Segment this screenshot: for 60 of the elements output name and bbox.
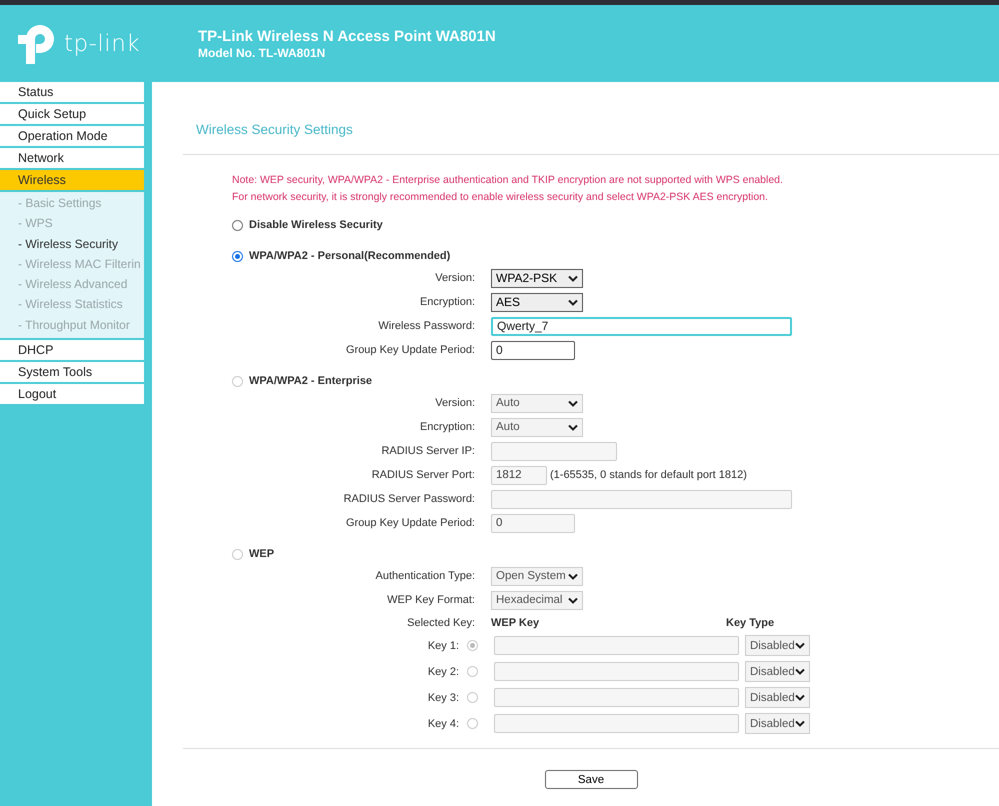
menu-item[interactable]: Status [0,82,144,102]
menu-item[interactable]: Wireless [0,170,144,190]
input-field[interactable] [494,636,739,655]
submenu-item[interactable]: - Wireless Security [0,234,144,254]
warning-note: Note: WEP security, WPA/WPA2 - Enterprise authentication and TKIP encryption are not supported with WPS enabled. [232,173,784,187]
field-label: RADIUS Server Port: [370,469,476,481]
menu-item[interactable]: Quick Setup [0,104,144,124]
key-label: Key 4: [426,718,460,730]
field-label: RADIUS Server IP: [380,445,476,457]
field-label: Encryption: [418,421,476,433]
option-label: WPA/WPA2 - Personal(Recommended) [249,250,450,262]
save-button[interactable]: Save [544,770,638,789]
key-label: Key 1: [426,640,460,652]
menu-item[interactable]: System Tools [0,362,144,382]
field-label: Authentication Type: [374,570,476,582]
option-label: WPA/WPA2 - Enterprise [249,375,372,387]
option-label: Disable Wireless Security [249,219,383,231]
caret-icon [795,694,805,701]
caret-icon [795,720,805,727]
caret-icon [568,400,578,406]
caret-icon [568,274,578,282]
field-label: Group Key Update Period: [344,517,476,529]
page-title: Wireless Security Settings [196,122,354,139]
caret-icon [568,572,578,580]
caret-icon [568,424,578,430]
caret-icon [795,668,805,675]
menu-item[interactable]: Network [0,148,144,168]
key-label: Key 2: [426,666,460,678]
field-label: RADIUS Server Password: [342,493,476,505]
field-label: Wireless Password: [377,320,476,332]
input-field[interactable] [494,714,739,733]
input-field[interactable]: Qwerty_7 [491,316,792,336]
warning-note: For network security, it is strongly recommended to enable wireless security and select WPA2-PSK AES encryption. [232,190,769,204]
dropdown[interactable]: WPA2-PSK [491,268,583,288]
field-label: Selected Key: [406,617,476,629]
field-label: Group Key Update Period: [344,344,476,356]
dropdown[interactable]: AES [491,292,583,312]
column-header: WEP Key [491,617,540,629]
key-label: Key 3: [426,692,460,704]
model-number: Model No. TL-WA801N [198,46,326,60]
input-field[interactable]: 0 [491,340,575,360]
hint-text: (1-65535, 0 stands for default port 1812) [550,469,747,481]
caret-icon [568,298,578,306]
menu-item[interactable]: Logout [0,384,144,404]
logo-text: tp-link [64,30,140,56]
caret-icon [568,596,578,604]
column-header: Key Type [726,617,774,629]
field-label: Encryption: [418,296,476,308]
radio-button[interactable] [232,250,243,262]
radio-button[interactable] [232,220,243,230]
input-field[interactable] [494,662,739,681]
caret-icon [795,642,805,649]
field-label: Version: [434,272,476,284]
device-title: TP-Link Wireless N Access Point WA801N [198,28,496,44]
menu-item[interactable]: DHCP [0,340,144,360]
menu-item[interactable]: Operation Mode [0,126,144,146]
input-field[interactable] [494,688,739,707]
field-label: Version: [434,397,476,409]
field-label: WEP Key Format: [386,594,476,606]
option-label: WEP [249,548,274,560]
